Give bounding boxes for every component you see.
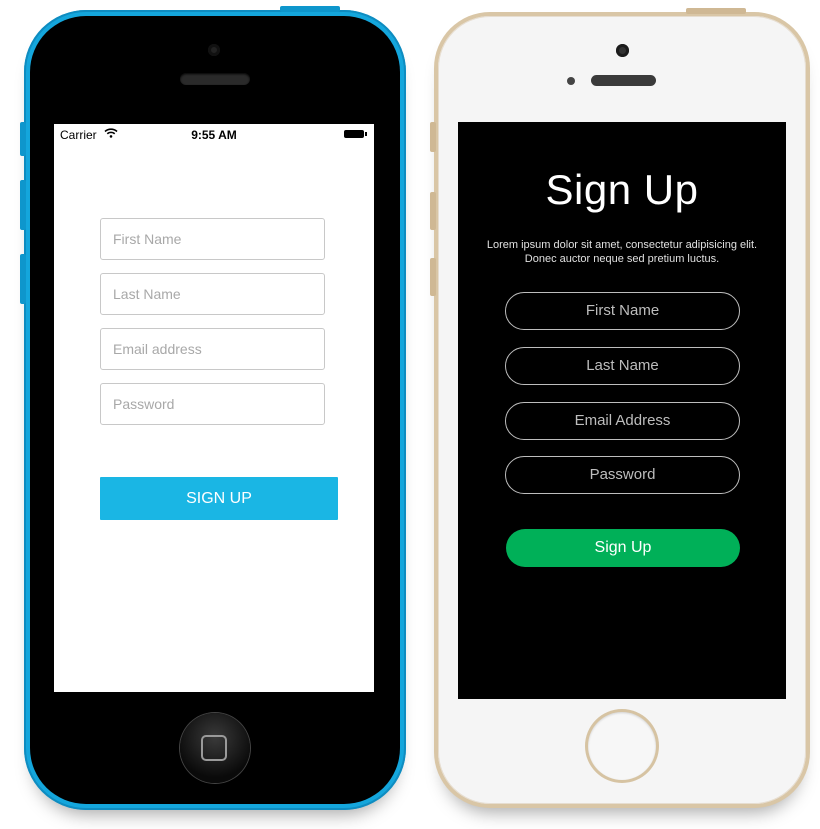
power-button bbox=[686, 8, 746, 14]
email-input[interactable]: Email address bbox=[100, 328, 325, 370]
battery-icon bbox=[344, 130, 367, 138]
last-name-input[interactable]: Last Name bbox=[505, 347, 740, 385]
proximity-sensor bbox=[567, 77, 575, 85]
status-time: 9:55 AM bbox=[191, 128, 237, 142]
earpiece-speaker bbox=[591, 75, 656, 86]
password-input[interactable]: Password bbox=[505, 456, 740, 494]
volume-up-button bbox=[20, 180, 26, 230]
mute-switch bbox=[20, 122, 26, 156]
power-button bbox=[280, 6, 340, 12]
description-line-1: Lorem ipsum dolor sit amet, consectetur … bbox=[486, 239, 758, 251]
last-name-input[interactable]: Last Name bbox=[100, 273, 325, 315]
volume-up-button bbox=[430, 192, 436, 230]
front-camera-icon bbox=[208, 44, 220, 56]
volume-down-button bbox=[20, 254, 26, 304]
page-title: Sign Up bbox=[545, 166, 699, 213]
signup-button[interactable]: Sign Up bbox=[506, 529, 740, 567]
email-input[interactable]: Email Address bbox=[505, 402, 740, 440]
description-line-2: Donec auctor neque sed pretium luctus. bbox=[524, 253, 720, 265]
status-bar: Carrier 9:55 AM bbox=[54, 124, 374, 144]
first-name-input[interactable]: First Name bbox=[100, 218, 325, 260]
front-camera-icon bbox=[616, 44, 629, 57]
volume-down-button bbox=[430, 258, 436, 296]
password-input[interactable]: Password bbox=[100, 383, 325, 425]
home-button[interactable] bbox=[588, 712, 656, 780]
first-name-input[interactable]: First Name bbox=[505, 292, 740, 330]
mute-switch bbox=[430, 122, 436, 152]
signup-button[interactable]: SIGN UP bbox=[100, 477, 338, 520]
earpiece-speaker bbox=[180, 73, 250, 85]
description-text: Lorem ipsum dolor sit amet, consectetur … bbox=[458, 238, 786, 266]
home-square-icon bbox=[201, 735, 227, 761]
